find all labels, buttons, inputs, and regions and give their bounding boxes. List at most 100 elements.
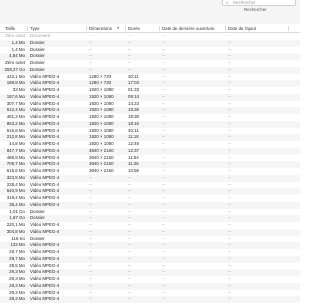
- table-row[interactable]: 516,8 Mo Vidéo MPEG-4 1920 × 1080 40:11 -- --: [0, 128, 300, 135]
- dimensions-cell: 1920 × 1080: [89, 93, 114, 99]
- duration-cell: 14:23: [128, 100, 139, 106]
- column-dimensions[interactable]: Dimensions: [89, 24, 112, 33]
- table-row[interactable]: 4,84 Mo Dossier -- -- -- --: [0, 53, 300, 60]
- date-added-cell: --: [228, 201, 231, 207]
- table-row[interactable]: 197,6 Mo Vidéo MPEG-4 1920 × 1080 09:14 -- --: [0, 93, 300, 101]
- table-row[interactable]: 863,2 Mo Vidéo MPEG-4 1920 × 1080 18:16 -- --: [0, 120, 300, 128]
- type-cell: Vidéo MPEG-4: [30, 141, 60, 146]
- table-row[interactable]: 29,7 Mo Vidéo MPEG-4 -- -- -- --: [0, 249, 300, 256]
- last-opened-cell: --: [162, 93, 165, 99]
- table-row[interactable]: 1,87 Go Dossier -- -- -- --: [0, 215, 300, 222]
- search-button[interactable]: Rechercher: [244, 7, 267, 13]
- type-cell: Vidéo MPEG-4: [30, 289, 60, 295]
- duration-cell: 18:16: [128, 120, 139, 126]
- last-opened-cell: --: [162, 100, 165, 106]
- type-cell: Vidéo MPEG-4: [30, 242, 60, 248]
- dimensions-cell: 3840 × 2160: [89, 168, 114, 173]
- type-cell: Document: [30, 33, 51, 38]
- table-row[interactable]: 133 Mo Vidéo MPEG-4 -- -- -- --: [0, 242, 300, 249]
- table-row[interactable]: 1,4 Mo Dossier -- -- -- --: [0, 39, 300, 47]
- column-divider[interactable]: [159, 26, 160, 31]
- table-row[interactable]: 512,4 Mo Vidéo MPEG-4 1920 × 1080 19:36 -- --: [0, 107, 300, 114]
- dimensions-cell: 1920 × 1080: [89, 120, 114, 126]
- table-row[interactable]: 28,3 Mo Vidéo MPEG-4 -- -- -- --: [0, 296, 300, 303]
- dimensions-cell: 3840 × 2160: [89, 161, 114, 167]
- dimensions-cell: --: [89, 249, 92, 254]
- table-row[interactable]: 189,8 Mo Vidéo MPEG-4 1280 × 720 17:03 -- --: [0, 80, 300, 87]
- table-row[interactable]: 220,1 Mo Vidéo MPEG-4 -- -- -- --: [0, 222, 300, 229]
- table-row[interactable]: 486,9 Mo Vidéo MPEG-4 3840 × 2160 11:54 -- --: [0, 155, 300, 162]
- date-added-cell: --: [228, 127, 231, 133]
- column-divider[interactable]: [288, 26, 289, 31]
- date-added-cell: --: [228, 114, 231, 119]
- column-divider[interactable]: [225, 26, 226, 31]
- table-row[interactable]: 1,4 Mo Dossier -- -- -- --: [0, 47, 300, 54]
- toolbar: ⌕ Rechercher Rechercher: [0, 0, 300, 24]
- date-added-cell: --: [228, 134, 231, 140]
- column-date-added[interactable]: Date de l'ajout: [228, 24, 256, 33]
- column-divider[interactable]: [86, 26, 87, 31]
- table-row[interactable]: 847,7 Mo Vidéo MPEG-4 3840 × 2160 12:37 -- --: [0, 147, 300, 155]
- table-row[interactable]: 212,8 Mo Vidéo MPEG-4 1920 × 1080 11:18 -- --: [0, 134, 300, 141]
- date-added-cell: --: [228, 262, 231, 268]
- duration-cell: --: [128, 201, 131, 207]
- table-row[interactable]: 29,3 Mo Vidéo MPEG-4 -- -- -- --: [0, 269, 300, 276]
- table-row[interactable]: 118 Ko Dossier -- -- -- --: [0, 236, 300, 243]
- search-input[interactable]: ⌕ Rechercher: [222, 0, 296, 6]
- table-row[interactable]: 1,01 Go Dossier -- -- -- --: [0, 209, 300, 216]
- duration-cell: --: [128, 222, 131, 227]
- dimensions-cell: --: [89, 269, 92, 275]
- table-row[interactable]: 319,4 Mo Vidéo MPEG-4 -- -- -- --: [0, 195, 300, 202]
- duration-cell: 12:49: [128, 141, 139, 146]
- date-added-cell: --: [228, 100, 231, 106]
- dimensions-cell: 1920 × 1080: [89, 100, 114, 106]
- date-added-cell: --: [228, 60, 231, 65]
- table-row[interactable]: 304,8 Mo Vidéo MPEG-4 -- -- -- --: [0, 228, 300, 236]
- table-row[interactable]: 33 Mo Vidéo MPEG-4 1920 × 1080 01:33 -- --: [0, 87, 300, 94]
- table-row[interactable]: 29,3 Mo Vidéo MPEG-4 -- -- -- --: [0, 282, 300, 290]
- table-row[interactable]: 640,9 Mo Vidéo MPEG-4 -- -- -- --: [0, 188, 300, 195]
- table-row[interactable]: 29,7 Mo Vidéo MPEG-4 -- -- -- --: [0, 255, 300, 263]
- date-added-cell: --: [228, 255, 231, 261]
- dimensions-cell: 1280 × 720: [89, 73, 112, 79]
- table-row[interactable]: 422,1 Mo Vidéo MPEG-4 1280 × 720 30:11 -- --: [0, 74, 300, 81]
- duration-cell: --: [128, 208, 131, 214]
- table-row[interactable]: Zéro octet Document -- -- -- --: [0, 33, 300, 40]
- last-opened-cell: --: [162, 134, 165, 140]
- type-cell: Vidéo MPEG-4: [30, 181, 60, 187]
- sort-descending-icon[interactable]: [117, 27, 119, 29]
- duration-cell: --: [128, 181, 131, 187]
- table-row[interactable]: 208,27 Go Dossier -- -- -- --: [0, 66, 300, 74]
- last-opened-cell: --: [162, 120, 165, 126]
- table-row[interactable]: 35,4 Mo Vidéo MPEG-4 -- -- -- --: [0, 201, 300, 209]
- last-opened-cell: --: [162, 262, 165, 268]
- last-opened-cell: --: [162, 154, 165, 160]
- dimensions-cell: --: [89, 39, 92, 45]
- date-added-cell: --: [228, 228, 231, 234]
- column-last-opened[interactable]: Date de dernière ouverture: [162, 24, 214, 33]
- dimensions-cell: 1920 × 1080: [89, 134, 114, 140]
- table-row[interactable]: 29,5 Mo Vidéo MPEG-4 -- -- -- --: [0, 263, 300, 270]
- type-cell: Vidéo MPEG-4: [30, 161, 60, 167]
- table-row[interactable]: 307,7 Mo Vidéo MPEG-4 1920 × 1080 14:23 -- --: [0, 101, 300, 108]
- table-row[interactable]: 481,3 Mo Vidéo MPEG-4 1920 × 1080 19:38 -- --: [0, 114, 300, 121]
- file-list: Zéro octet Document -- -- -- -- 1,4 Mo Dossier -…: [0, 33, 300, 303]
- table-row[interactable]: 44,8 Mo Vidéo MPEG-4 1920 × 1080 12:49 -- --: [0, 141, 300, 148]
- table-row[interactable]: Zéro octet Dossier -- -- -- --: [0, 60, 300, 67]
- column-type[interactable]: Type: [30, 24, 40, 33]
- date-added-cell: --: [228, 39, 231, 45]
- table-row[interactable]: 29,3 Mo Vidéo MPEG-4 -- -- -- --: [0, 276, 300, 283]
- table-row[interactable]: 709,7 Mo Vidéo MPEG-4 3840 × 2160 11:26 -- --: [0, 161, 300, 168]
- table-row[interactable]: 228,4 Mo Vidéo MPEG-4 -- -- -- --: [0, 182, 300, 189]
- column-duration[interactable]: Durée: [128, 24, 140, 33]
- size-cell: 1,4 Mo: [11, 46, 25, 52]
- table-row[interactable]: 323,5 Mo Vidéo MPEG-4 -- -- -- --: [0, 174, 300, 182]
- date-added-cell: --: [228, 282, 231, 288]
- table-row[interactable]: 29,3 Mo Vidéo MPEG-4 -- -- -- --: [0, 290, 300, 297]
- table-row[interactable]: 615,6 Mo Vidéo MPEG-4 3840 × 2160 10:56 -- --: [0, 168, 300, 175]
- dimensions-cell: --: [89, 201, 92, 207]
- column-size[interactable]: Taille: [5, 24, 15, 33]
- column-divider[interactable]: [27, 26, 28, 31]
- duration-cell: --: [128, 60, 131, 65]
- column-divider[interactable]: [125, 26, 126, 31]
